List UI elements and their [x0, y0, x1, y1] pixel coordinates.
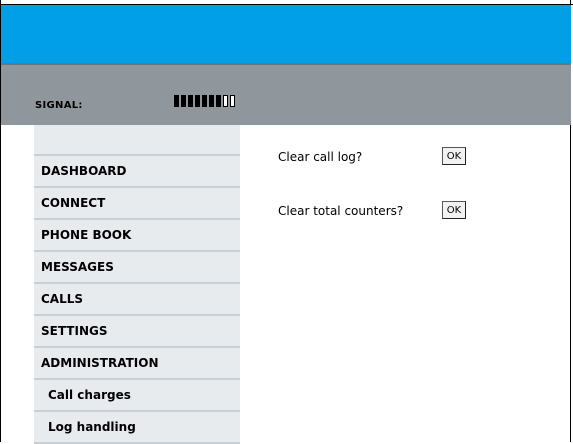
signal-segment	[230, 95, 235, 107]
nav-calls[interactable]: CALLS	[34, 284, 240, 316]
nav-log-handling[interactable]: Log handling	[34, 412, 240, 444]
nav-dashboard[interactable]: DASHBOARD	[34, 156, 240, 188]
nav-administration[interactable]: ADMINISTRATION	[34, 348, 240, 380]
signal-segment	[188, 95, 193, 107]
nav-spacer	[34, 125, 240, 156]
sidebar-nav: DASHBOARD CONNECT PHONE BOOK MESSAGES CA…	[34, 125, 240, 444]
nav-messages[interactable]: MESSAGES	[34, 252, 240, 284]
nav-phone-book[interactable]: PHONE BOOK	[34, 220, 240, 252]
clear-total-counters-row: Clear total counters? OK	[278, 201, 498, 224]
signal-label: SIGNAL:	[35, 100, 83, 111]
signal-bar: SIGNAL:	[1, 63, 571, 125]
clear-call-log-label: Clear call log?	[278, 150, 363, 164]
clear-total-counters-label: Clear total counters?	[278, 204, 404, 218]
nav-call-charges[interactable]: Call charges	[34, 380, 240, 412]
header-banner	[1, 5, 571, 63]
signal-segment	[223, 95, 228, 107]
signal-segment	[195, 95, 200, 107]
signal-segment	[181, 95, 186, 107]
signal-segment	[216, 95, 221, 107]
clear-total-counters-ok-button[interactable]: OK	[442, 201, 466, 219]
signal-segment	[202, 95, 207, 107]
nav-connect[interactable]: CONNECT	[34, 188, 240, 220]
nav-settings[interactable]: SETTINGS	[34, 316, 240, 348]
clear-call-log-ok-button[interactable]: OK	[442, 147, 466, 165]
clear-call-log-row: Clear call log? OK	[278, 147, 498, 170]
signal-segment	[209, 95, 214, 107]
signal-segment	[174, 95, 179, 107]
signal-strength-meter	[174, 95, 235, 107]
